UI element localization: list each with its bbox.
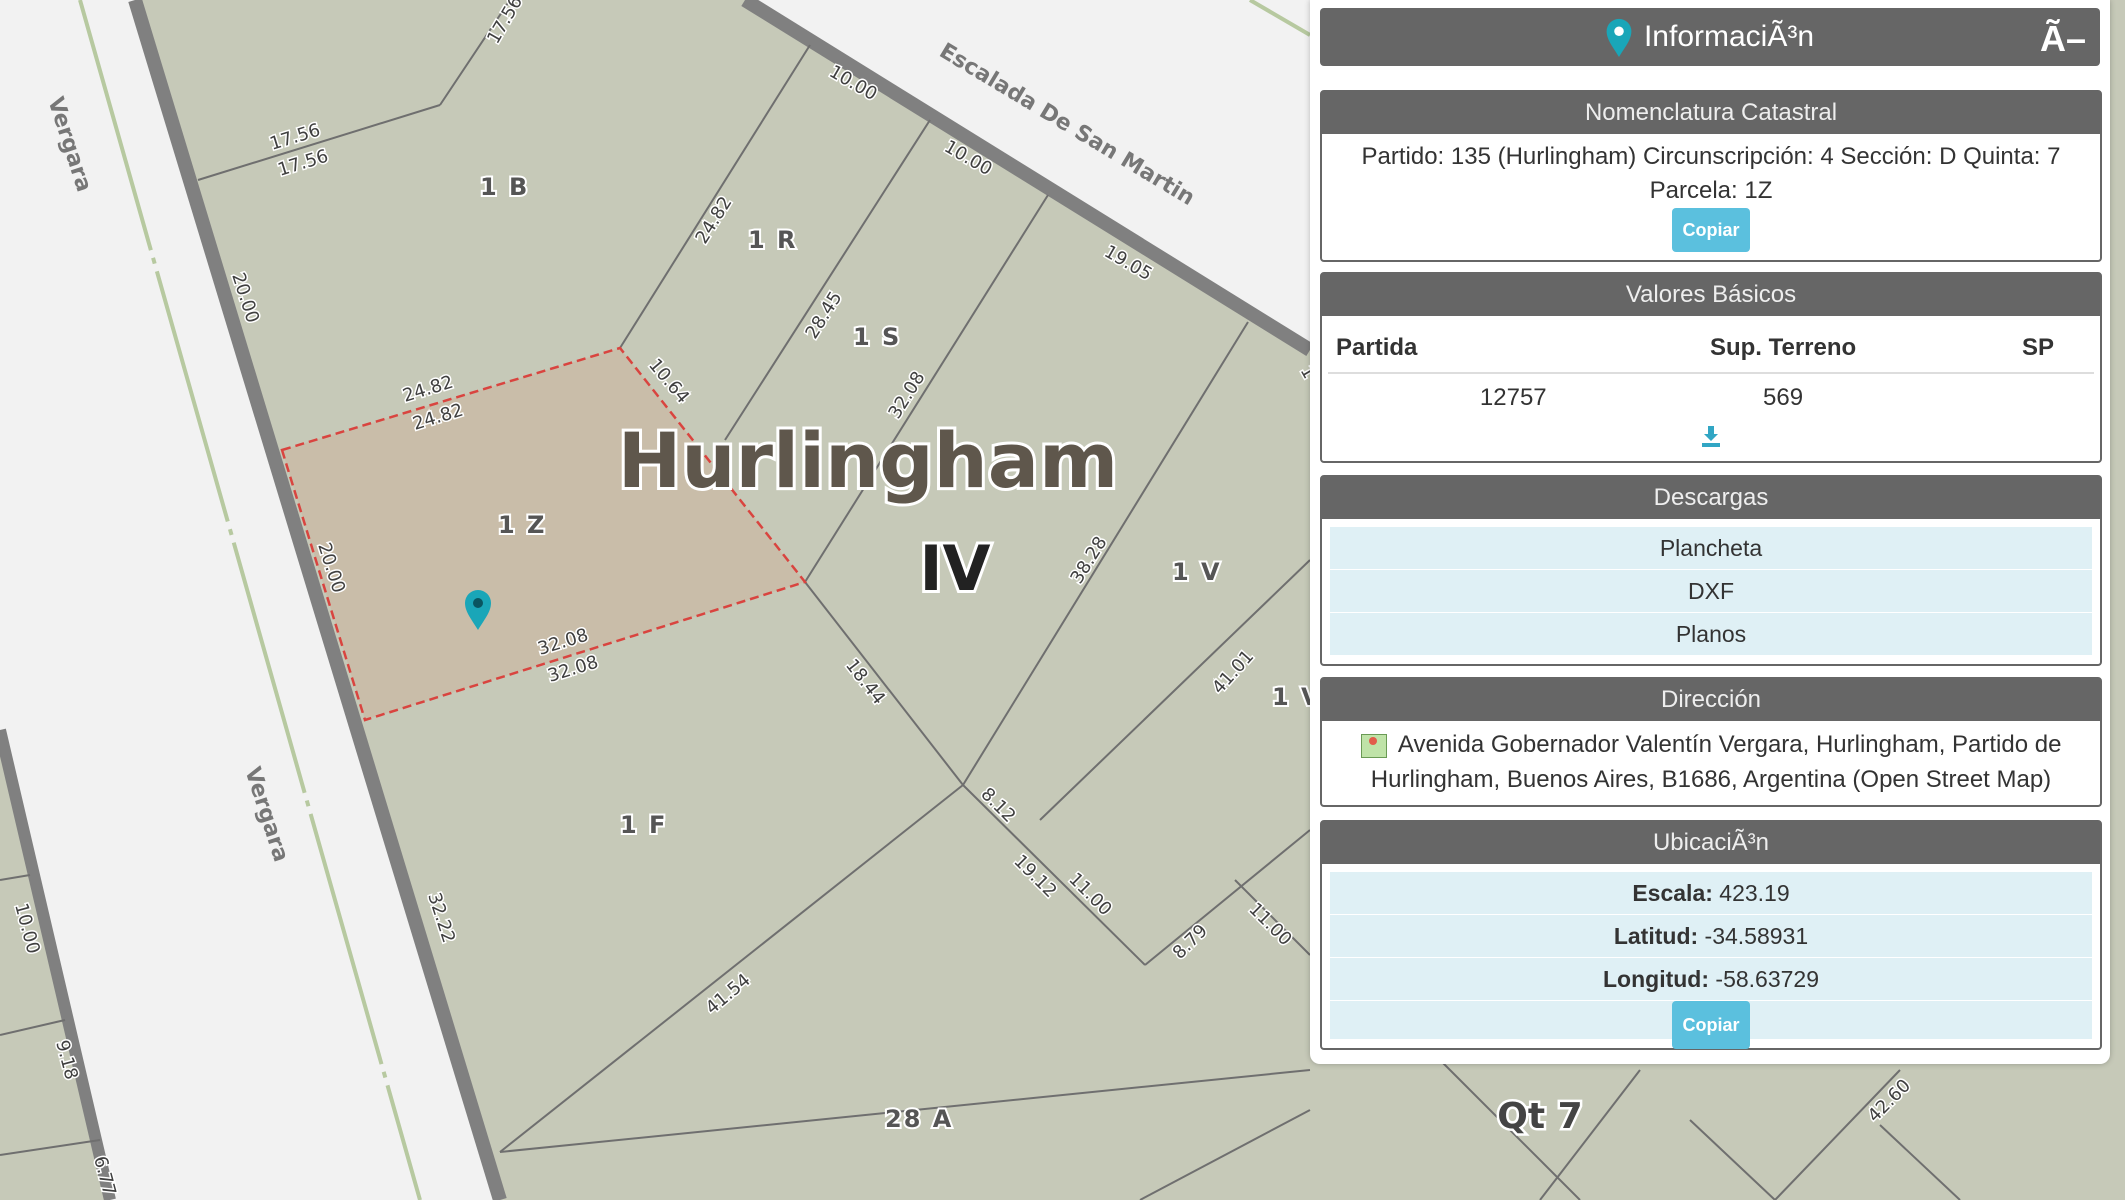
parcel-label: 1 R bbox=[748, 226, 798, 254]
longitud-label: Longitud: bbox=[1603, 966, 1710, 992]
section-heading: Descargas bbox=[1322, 477, 2100, 519]
parcel-label: 1 Z bbox=[498, 511, 546, 539]
table-row: 12757 569 bbox=[1328, 373, 2094, 422]
section-direccion: Dirección Avenida Gobernador Valentín Ve… bbox=[1320, 677, 2102, 807]
info-panel-title: InformaciÃ³n bbox=[1643, 20, 1815, 53]
parcel-label: 1 B bbox=[480, 173, 529, 201]
section-heading: Valores Básicos bbox=[1322, 274, 2100, 316]
info-panel: InformaciÃ³n Ã– Nomenclatura Catastral P… bbox=[1310, 0, 2110, 1064]
map-icon bbox=[1360, 733, 1387, 758]
copy-nomenclatura-button[interactable]: Copiar bbox=[1672, 208, 1750, 252]
area-roman: IV bbox=[919, 532, 990, 605]
latitud-label: Latitud: bbox=[1613, 923, 1699, 949]
section-valores: Valores Básicos Partida Sup. Terreno SP … bbox=[1320, 272, 2102, 463]
parcel-label: 28 A bbox=[885, 1105, 953, 1133]
parcel-label: 1 V bbox=[1172, 558, 1222, 586]
area-title: Hurlingham bbox=[618, 416, 1118, 505]
latitud-value: -34.58931 bbox=[1704, 923, 1809, 949]
download-planos-link[interactable]: Planos bbox=[1330, 613, 2092, 656]
parcel-label: 1 S bbox=[853, 323, 901, 351]
download-dxf-link[interactable]: DXF bbox=[1330, 570, 2092, 613]
col-sup-terreno: Sup. Terreno bbox=[1626, 324, 1940, 374]
sp-value bbox=[1940, 373, 2094, 422]
sup-terreno-value: 569 bbox=[1763, 384, 1804, 411]
longitud-value: -58.63729 bbox=[1715, 966, 1819, 992]
copy-row: Copiar bbox=[1330, 1001, 2092, 1049]
copy-ubicacion-button[interactable]: Copiar bbox=[1672, 1001, 1750, 1049]
download-plancheta-link[interactable]: Plancheta bbox=[1330, 527, 2092, 570]
section-heading: Nomenclatura Catastral bbox=[1322, 92, 2100, 134]
collapse-panel-icon[interactable]: Ã– bbox=[2040, 18, 2086, 60]
parcel-label: 1 F bbox=[620, 811, 667, 839]
partida-value: 12757 bbox=[1479, 384, 1547, 411]
longitud-row: Longitud: -58.63729 bbox=[1330, 958, 2092, 1001]
section-descargas: Descargas Plancheta DXF Planos bbox=[1320, 475, 2102, 666]
quinta-label: Qt 7 bbox=[1497, 1096, 1582, 1137]
valores-table: Partida Sup. Terreno SP 12757 569 bbox=[1328, 324, 2094, 422]
latitud-row: Latitud: -34.58931 bbox=[1330, 915, 2092, 958]
nomenclatura-text: Partido: 135 (Hurlingham) Circunscripció… bbox=[1361, 143, 2061, 204]
section-ubicacion: UbicaciÃ³n Escala: 423.19 Latitud: -34.5… bbox=[1320, 820, 2102, 1050]
escala-row: Escala: 423.19 bbox=[1330, 872, 2092, 915]
section-nomenclatura: Nomenclatura Catastral Partido: 135 (Hur… bbox=[1320, 90, 2102, 262]
download-icon[interactable] bbox=[1699, 424, 1723, 448]
info-panel-header: InformaciÃ³n Ã– bbox=[1320, 8, 2100, 66]
escala-label: Escala: bbox=[1632, 880, 1713, 906]
section-heading: Dirección bbox=[1322, 679, 2100, 721]
section-heading: UbicaciÃ³n bbox=[1322, 822, 2100, 864]
location-pin-icon bbox=[1606, 18, 1632, 57]
col-partida: Partida bbox=[1328, 324, 1627, 374]
col-sp: SP bbox=[1939, 324, 2094, 374]
direccion-text: Avenida Gobernador Valentín Vergara, Hur… bbox=[1370, 731, 2062, 793]
escala-value: 423.19 bbox=[1719, 880, 1790, 906]
